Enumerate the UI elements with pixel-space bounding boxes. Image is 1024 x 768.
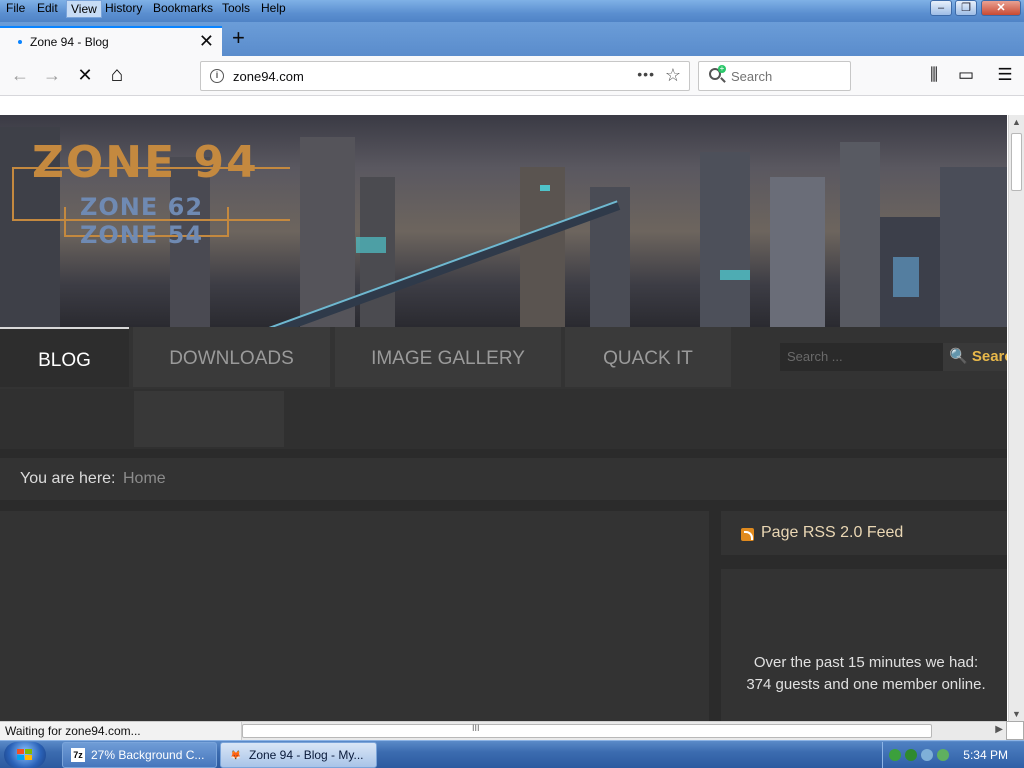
taskbar-item-7zip[interactable]: 7z 27% Background C... [62, 742, 217, 768]
navigation-toolbar: ← → ✕ ⌂ i zone94.com ••• ☆ + Search ⫼ ▭ … [0, 56, 1024, 96]
system-tray: 5:34 PM [882, 742, 1024, 768]
home-button[interactable]: ⌂ [105, 64, 129, 88]
menu-help[interactable]: Help [257, 0, 290, 18]
status-bar: Waiting for zone94.com... [0, 721, 242, 740]
rss-label[interactable]: Page RSS 2.0 Feed [761, 511, 903, 555]
forward-button[interactable]: → [40, 64, 64, 88]
add-search-engine-icon: + [718, 64, 726, 73]
bookmark-star-icon[interactable]: ☆ [665, 65, 681, 86]
minimize-button[interactable]: – [930, 0, 952, 16]
menu-file[interactable]: File [2, 0, 29, 18]
site-info-icon[interactable]: i [210, 69, 224, 83]
menu-bar: File Edit View History Bookmarks Tools H… [0, 0, 1024, 22]
site-logo-main[interactable]: ZONE 94 [32, 137, 259, 188]
site-search-button[interactable]: 🔍 Search [943, 343, 1007, 371]
web-page: ZONE 94 ZONE 62 ZONE 54 BLOG DOWNLOADS I… [0, 115, 1007, 721]
nav-downloads[interactable]: DOWNLOADS [133, 327, 330, 387]
skyline-building [520, 167, 565, 327]
scrollbar-corner [1006, 721, 1024, 740]
menu-edit[interactable]: Edit [33, 0, 62, 18]
sidebar-icon[interactable]: ▭ [954, 64, 978, 88]
scroll-grip-icon: III [472, 723, 480, 733]
skyline-building [840, 142, 880, 327]
rss-feed-link[interactable]: Page RSS 2.0 Feed [721, 511, 1007, 555]
holo-sign [893, 257, 919, 297]
tab-title: Zone 94 - Blog [30, 35, 109, 49]
taskbar-clock[interactable]: 5:34 PM [963, 742, 1008, 768]
tray-network-icon[interactable] [889, 749, 901, 761]
firefox-icon: 🦊 [230, 750, 242, 760]
menu-bookmarks[interactable]: Bookmarks [149, 0, 217, 18]
tray-volume-icon[interactable] [921, 749, 933, 761]
nav-blog[interactable]: BLOG [0, 327, 129, 387]
taskbar-item-label: Zone 94 - Blog - My... [249, 748, 364, 762]
menu-tools[interactable]: Tools [218, 0, 254, 18]
holo-light [540, 185, 550, 191]
skyline-building [940, 167, 1007, 327]
taskbar-item-firefox[interactable]: 🦊 Zone 94 - Blog - My... [220, 742, 377, 768]
online-stats-text: Over the past 15 minutes we had: 374 gue… [746, 654, 986, 693]
sub-nav-item[interactable] [134, 391, 284, 447]
site-banner[interactable]: ZONE 94 ZONE 62 ZONE 54 [0, 115, 1007, 327]
tab-zone94-blog[interactable]: Zone 94 - Blog ✕ [0, 26, 222, 56]
start-button[interactable] [4, 742, 46, 768]
site-nav: BLOG DOWNLOADS IMAGE GALLERY QUACK IT Se… [0, 327, 1007, 389]
breadcrumb-home[interactable]: Home [123, 458, 166, 500]
scroll-down-icon[interactable]: ▼ [1012, 709, 1021, 719]
nav-image-gallery[interactable]: IMAGE GALLERY [335, 327, 561, 387]
back-button[interactable]: ← [8, 64, 32, 88]
horizontal-scroll-thumb[interactable] [242, 724, 932, 738]
holo-light [720, 270, 750, 280]
main-content [0, 511, 709, 721]
windows-logo-icon [17, 749, 33, 761]
skyline-building [770, 177, 825, 327]
library-icon[interactable]: ⫼ [922, 64, 946, 88]
site-logo-sub2: ZONE 54 [80, 221, 204, 249]
url-bar[interactable]: i zone94.com ••• ☆ [200, 61, 690, 91]
site-logo-sub1: ZONE 62 [80, 193, 204, 221]
scroll-up-icon[interactable]: ▲ [1012, 117, 1021, 127]
tab-strip: Zone 94 - Blog ✕ [0, 22, 1024, 56]
7zip-icon: 7z [71, 748, 85, 762]
holo-sign [356, 237, 386, 253]
scroll-right-icon[interactable]: ▶ [995, 724, 1003, 735]
site-search-input[interactable]: Search ... [780, 343, 944, 371]
vertical-scroll-thumb[interactable] [1011, 133, 1022, 191]
new-tab-button[interactable]: + [232, 27, 245, 49]
breadcrumb-label: You are here: [20, 470, 116, 487]
close-tab-icon[interactable]: ✕ [199, 31, 214, 51]
restore-button[interactable]: ❐ [955, 0, 977, 16]
skyline-building [700, 152, 750, 327]
content-top-gap [0, 97, 1008, 115]
hamburger-menu-icon[interactable]: ☰ [993, 64, 1017, 88]
who-is-online-panel: Over the past 15 minutes we had: 374 gue… [721, 569, 1007, 721]
nav-quack-it[interactable]: QUACK IT [565, 327, 731, 387]
vertical-scrollbar[interactable]: ▲ ▼ [1008, 115, 1024, 721]
tray-update-icon[interactable] [937, 749, 949, 761]
stop-button[interactable]: ✕ [73, 64, 97, 88]
rss-icon [741, 528, 754, 541]
breadcrumb: You are here: Home [0, 458, 1007, 500]
browser-search-placeholder: Search [731, 69, 773, 84]
menu-view[interactable]: View [66, 0, 102, 18]
menu-history[interactable]: History [101, 0, 146, 18]
close-window-button[interactable]: ✕ [981, 0, 1021, 16]
page-actions-icon[interactable]: ••• [637, 66, 655, 82]
taskbar: 7z 27% Background C... 🦊 Zone 94 - Blog … [0, 740, 1024, 768]
tray-sync-icon[interactable] [905, 749, 917, 761]
browser-search-bar[interactable]: + Search [698, 61, 851, 91]
url-text[interactable]: zone94.com [233, 69, 304, 84]
horizontal-scrollbar[interactable]: III ▶ [242, 721, 1006, 740]
sub-nav [0, 389, 1007, 449]
taskbar-item-label: 27% Background C... [91, 748, 205, 762]
loading-indicator-icon [18, 40, 22, 44]
